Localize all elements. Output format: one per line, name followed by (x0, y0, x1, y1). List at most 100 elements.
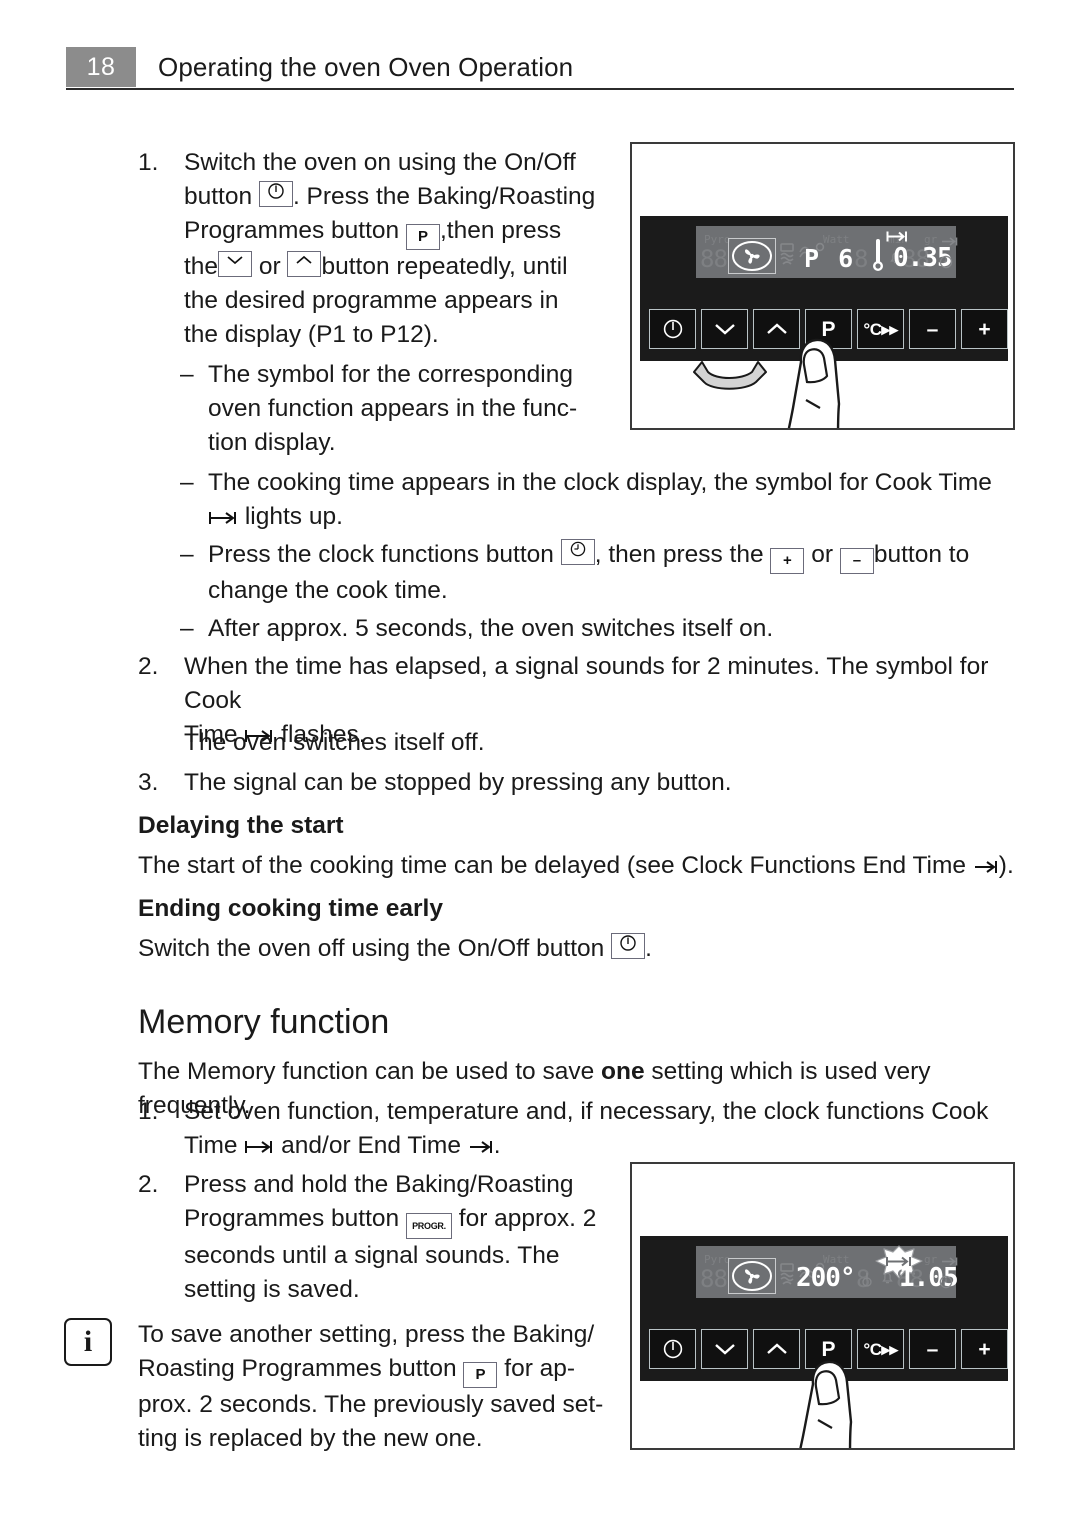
document-page: 18 Operating the oven Oven Operation 1. … (0, 0, 1080, 1529)
heading-ending-cooking-time-early: Ending cooking time early (138, 895, 443, 922)
ending-body: Switch the oven off using the On/Off but… (138, 932, 1038, 966)
ending-body-b: . (645, 935, 652, 962)
illustration-oven-panel-programme: Pyro Watt min gr 88 P 6 8 88 0.35 P °C▸▸… (630, 142, 1015, 430)
note-line-2a: Roasting Programmes button (138, 1355, 457, 1382)
ending-body-a: Switch the oven off using the On/Off but… (138, 935, 605, 962)
plus-button-bottom[interactable]: + (961, 1329, 1008, 1369)
memory-step-1: 1. Set oven function, temperature and, i… (138, 1095, 1028, 1163)
step-3: 3. The signal can be stopped by pressing… (138, 766, 1023, 800)
step-1-line-6: the display (P1 to P12). (184, 321, 439, 348)
temperature-button-label-top: °C▸▸ (863, 319, 898, 339)
clock-functions-button-bottom[interactable] (1013, 1329, 1015, 1369)
bullet-1-line-1: The symbol for the corresponding (208, 361, 573, 388)
bullet-3-line-2: change the cook time. (208, 577, 448, 604)
memory-step-2: 2. Press and hold the Baking/Roasting Pr… (138, 1168, 618, 1307)
on-off-key-icon (258, 181, 293, 207)
progr-key-icon: PROGR. (405, 1213, 452, 1239)
step-1-line-2a: button (184, 183, 253, 210)
memory-step-1-number: 1. (138, 1098, 159, 1125)
programmes-p-key-icon: P (405, 224, 440, 250)
bullet-1-line-2: oven function appears in the func- (208, 395, 578, 422)
step-1-line-1: Switch the oven on using the On/Off (184, 149, 576, 176)
info-icon: i (64, 1318, 112, 1366)
minus-button-top[interactable]: – (909, 309, 956, 349)
temperature-button-label-bottom: °C▸▸ (863, 1339, 898, 1359)
lcd-display-bottom: Pyro Watt min gr 88 (696, 1245, 959, 1298)
minus-key-icon: – (839, 548, 874, 574)
bullet-3-line-1d: button to (873, 541, 970, 568)
step-1-line-3a: Programmes button (184, 217, 400, 244)
memory-step-2-line-1: Press and hold the Baking/Roasting (184, 1171, 574, 1198)
lcd-function-value-bottom: 200° (796, 1263, 856, 1293)
bullet-3: – Press the clock functions button , the… (180, 538, 1020, 608)
cook-time-symbol-icon-3 (244, 1138, 274, 1156)
bullet-2: – The cooking time appears in the clock … (180, 466, 1020, 534)
step-2-line-1: When the time has elapsed, a signal soun… (184, 653, 989, 714)
plus-button-label-top: + (978, 317, 991, 341)
clock-functions-button-top[interactable] (1013, 309, 1015, 349)
clock-icon-dim-bottom (939, 1274, 953, 1293)
heading-memory-function: Memory function (138, 1003, 390, 1041)
plus-key-icon: + (770, 548, 805, 574)
fan-icon-top (728, 238, 776, 274)
memory-step-2-line-2a: Programmes button (184, 1205, 400, 1232)
note-line-2b: for ap- (504, 1355, 576, 1382)
gesture-arrow-icon (690, 358, 770, 405)
clock-icon-dim-top (939, 254, 953, 273)
memory-intro-bold: one (601, 1058, 645, 1085)
finger-pointer-illustration-bottom (784, 1360, 894, 1448)
memory-step-2-number: 2. (138, 1171, 159, 1198)
bullet-4-dash: – (180, 615, 194, 642)
info-note: To save another setting, press the Bakin… (138, 1318, 608, 1456)
lcd-function-value-top: P 6 (804, 244, 856, 273)
chevron-up-key-icon (287, 251, 322, 277)
header-title: Operating the oven Oven Operation (158, 51, 574, 82)
on-off-button-bottom[interactable] (649, 1329, 696, 1369)
step-1: 1. Switch the oven on using the On/Off b… (138, 146, 608, 352)
finger-pointer-illustration-top (772, 338, 882, 428)
on-off-button-top[interactable] (649, 309, 696, 349)
lcd-ghost-left-bottom: 88 (700, 1265, 728, 1293)
chevron-down-key-icon (218, 251, 253, 277)
step-3-line-1: The signal can be stopped by pressing an… (184, 769, 732, 796)
memory-intro-a: The Memory function can be used to save (138, 1058, 602, 1085)
bullet-3-line-1c: or (811, 541, 834, 568)
delaying-body-a: The start of the cooking time can be del… (138, 852, 966, 879)
bullet-3-dash: – (180, 541, 194, 568)
end-time-symbol-icon (973, 858, 999, 876)
programme-down-button-top[interactable] (701, 309, 748, 349)
bullet-1-line-3: tion display. (208, 429, 336, 456)
step-1-line-2b: . Press the Baking/Roasting (292, 183, 596, 210)
page-header: 18 Operating the oven Oven Operation (66, 44, 1014, 90)
illustration-oven-panel-memory: Pyro Watt min gr 88 (630, 1162, 1015, 1450)
step-1-line-4a: the (184, 253, 219, 280)
lcd-ghost-clock-top (861, 245, 875, 273)
step-2-extra: The oven switches itself off. (184, 726, 1069, 760)
minus-button-label-top: – (926, 317, 939, 341)
step-2-number: 2. (138, 653, 159, 680)
memory-step-2-line-3: seconds until a signal sounds. The (184, 1242, 560, 1269)
step-1-line-3b: ,then press (439, 217, 562, 244)
end-time-symbol-icon-2 (468, 1138, 494, 1156)
step-1-number: 1. (138, 149, 159, 176)
lcd-ghost-left-top: 88 (700, 245, 728, 273)
bell-icon-bottom (880, 1270, 895, 1289)
heading-delaying-the-start: Delaying the start (138, 812, 344, 839)
page-number-badge: 18 (66, 47, 136, 87)
header-rule (66, 88, 1014, 90)
lcd-display-top: Pyro Watt min gr 88 P 6 8 88 0.35 (696, 226, 958, 278)
plus-button-label-bottom: + (978, 1337, 991, 1361)
plus-button-top[interactable]: + (961, 309, 1008, 349)
note-line-4: ting is replaced by the new one. (138, 1425, 483, 1452)
step-2-extra-text: The oven switches itself off. (184, 729, 485, 756)
minus-button-bottom[interactable]: – (909, 1329, 956, 1369)
bullet-1: – The symbol for the corresponding oven … (180, 358, 610, 460)
step-1-line-4c: button repeatedly, until (321, 253, 568, 280)
on-off-key-icon-2 (611, 933, 646, 959)
memory-step-1-line-2b: and/or End Time (281, 1132, 461, 1159)
programmes-p-key-icon-2: P (463, 1362, 498, 1388)
note-line-3: prox. 2 seconds. The previously saved se… (138, 1391, 604, 1418)
programme-down-button-bottom[interactable] (701, 1329, 748, 1369)
memory-step-2-line-4: setting is saved. (184, 1276, 360, 1303)
memory-step-2-line-2b: for approx. 2 (458, 1205, 597, 1232)
